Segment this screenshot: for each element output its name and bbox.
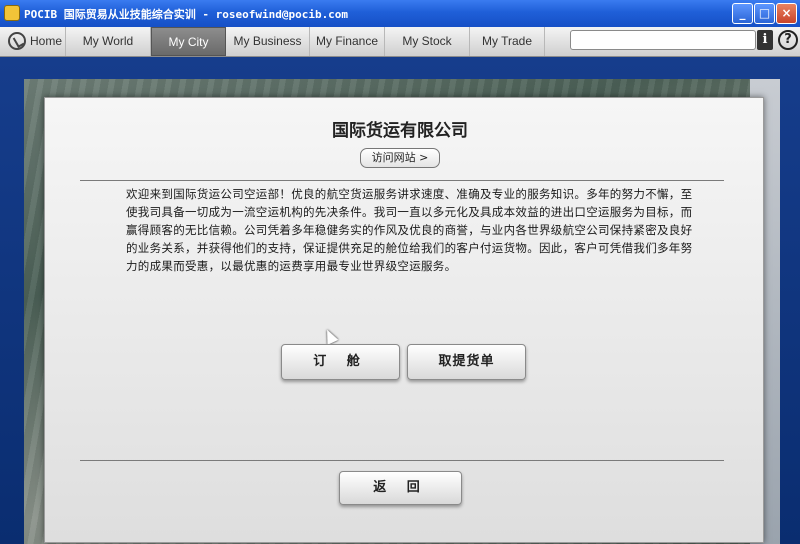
- nav-my-business[interactable]: My Business: [226, 27, 310, 56]
- company-title: 国际货运有限公司: [332, 121, 468, 141]
- help-icon[interactable]: ?: [778, 30, 798, 50]
- get-delivery-order-button[interactable]: 取提货单: [407, 344, 526, 380]
- search-input[interactable]: [570, 30, 756, 50]
- home-icon: [8, 32, 26, 50]
- visit-website-button[interactable]: 访问网站 >: [360, 148, 440, 168]
- maximize-button[interactable]: □: [754, 3, 775, 24]
- window-title: POCIB 国际贸易从业技能综合实训 - roseofwind@pocib.co…: [24, 8, 349, 21]
- nav-my-world[interactable]: My World: [66, 27, 151, 56]
- nav-my-stock[interactable]: My Stock: [385, 27, 470, 56]
- minimize-button[interactable]: _: [732, 3, 753, 24]
- divider-top: [80, 180, 724, 181]
- close-button[interactable]: ×: [776, 3, 797, 24]
- info-icon[interactable]: i: [757, 30, 773, 50]
- nav-bar: Home My World My City My Business My Fin…: [0, 27, 800, 57]
- book-space-button[interactable]: 订 舱: [281, 344, 400, 380]
- app-icon: [4, 5, 20, 21]
- company-intro-text: 欢迎来到国际货运公司空运部！优良的航空货运服务讲求速度、准确及专业的服务知识。多…: [126, 187, 693, 273]
- nav-home[interactable]: Home: [0, 27, 66, 56]
- nav-home-label: Home: [30, 34, 63, 48]
- divider-bottom: [80, 460, 724, 461]
- window-titlebar: POCIB 国际贸易从业技能综合实训 - roseofwind@pocib.co…: [0, 0, 800, 27]
- nav-my-city[interactable]: My City: [151, 27, 226, 56]
- back-button[interactable]: 返 回: [339, 471, 462, 505]
- nav-my-trade[interactable]: My Trade: [470, 27, 545, 56]
- nav-my-finance[interactable]: My Finance: [310, 27, 385, 56]
